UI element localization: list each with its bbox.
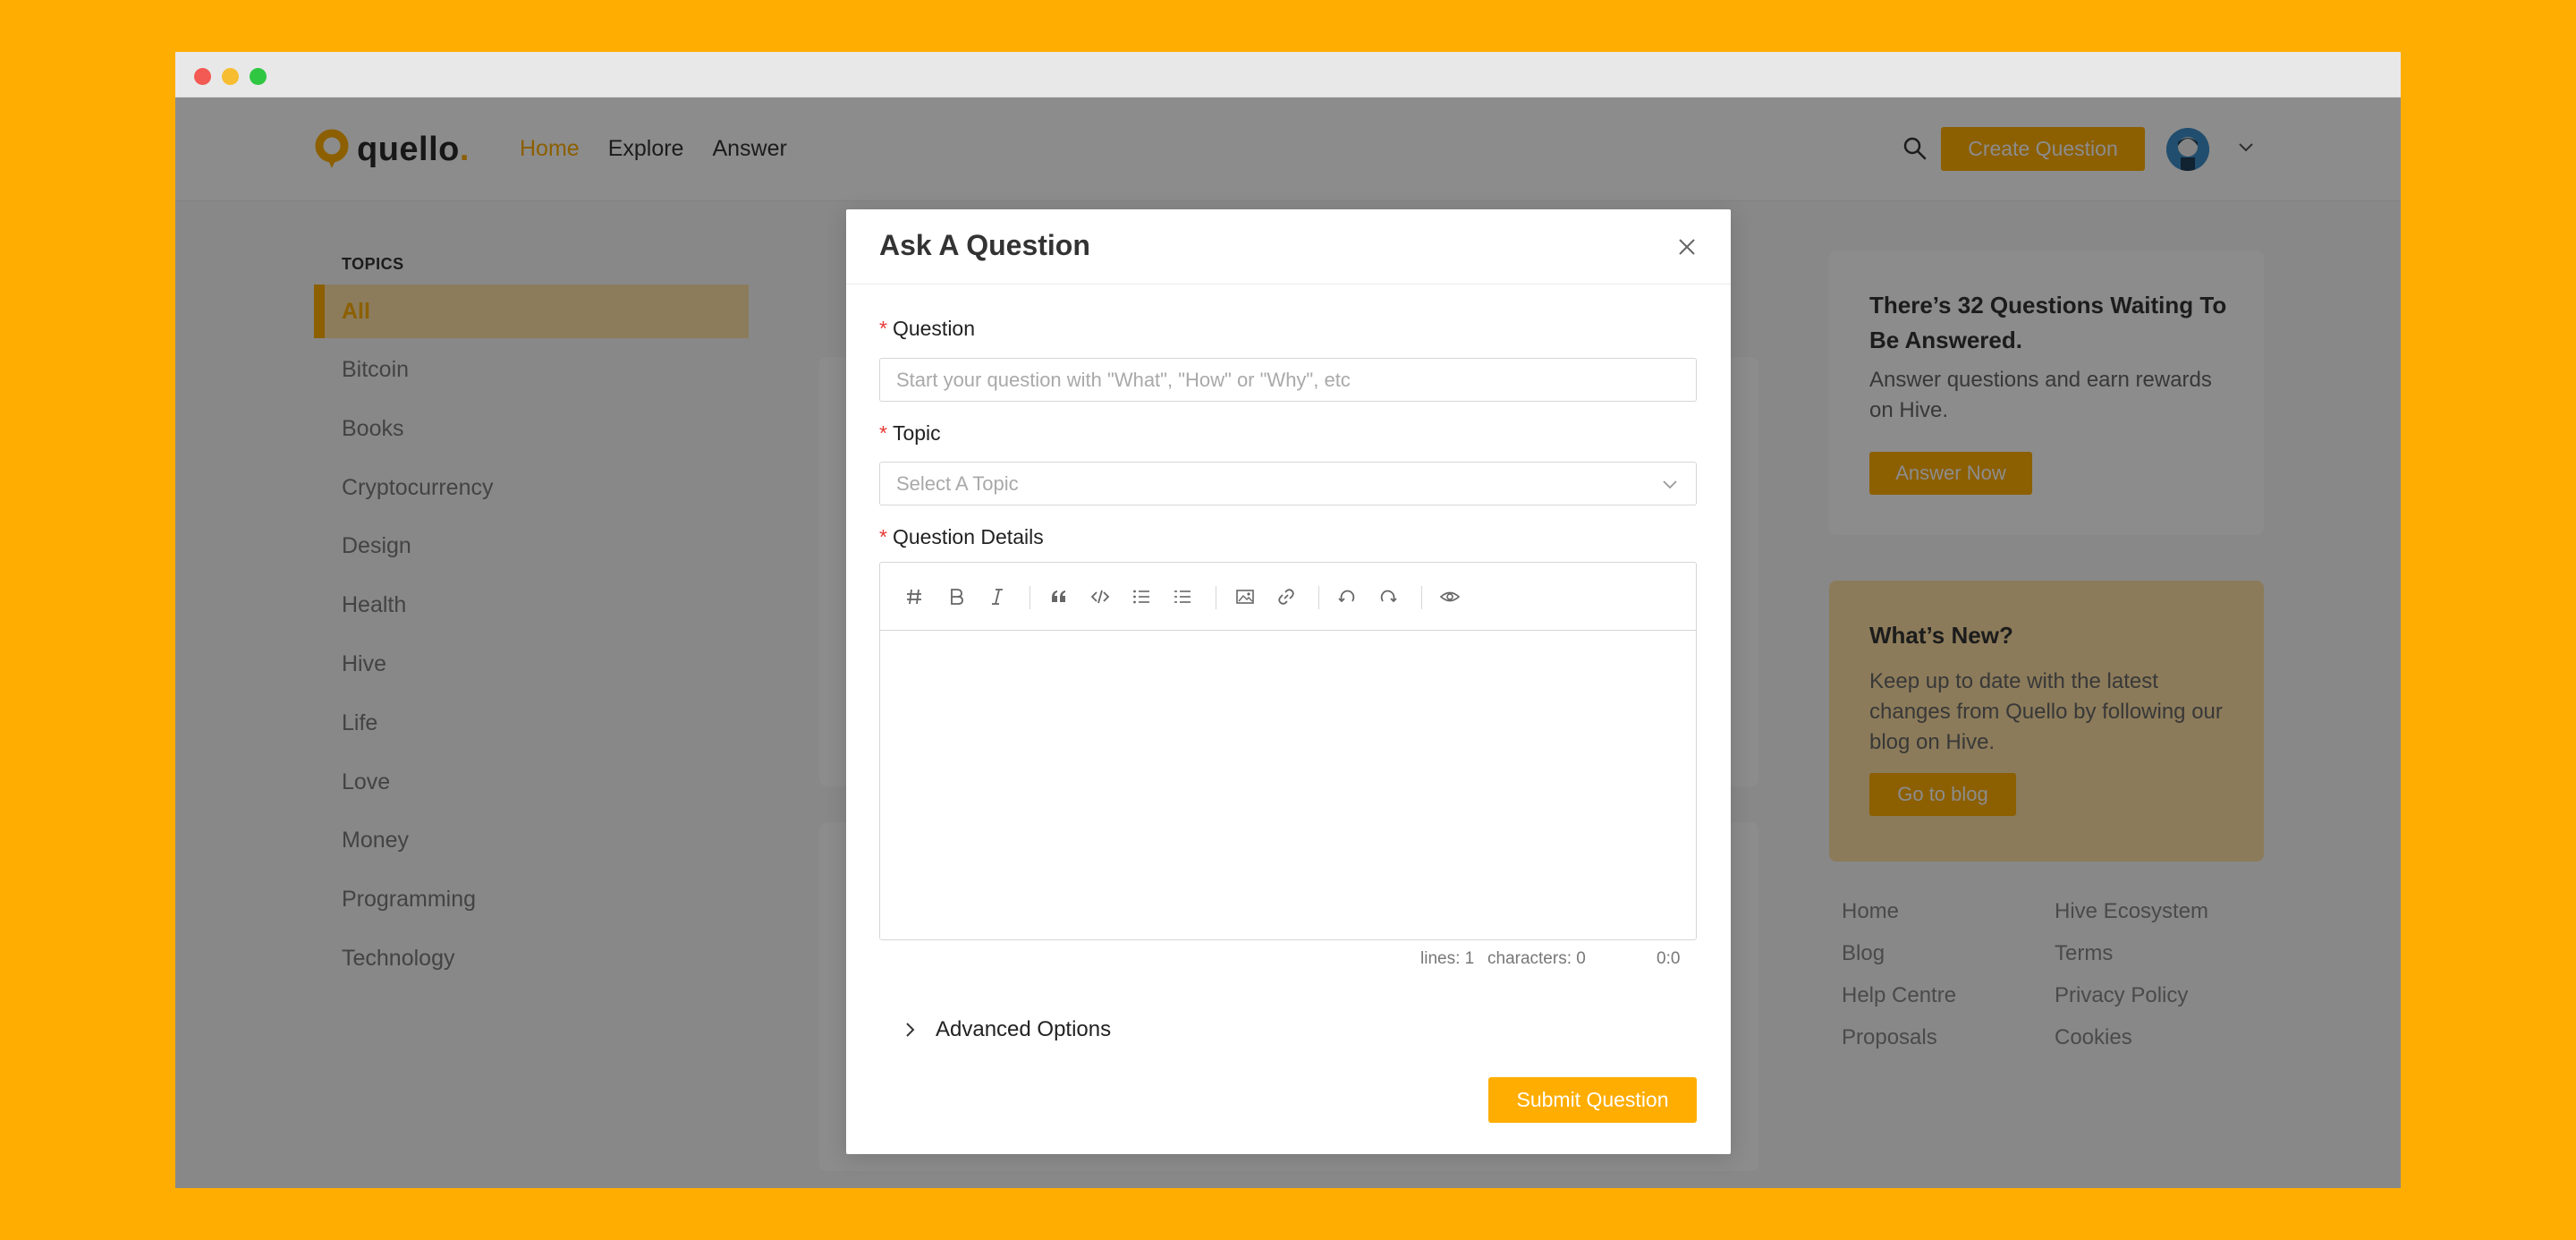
browser-window: quello . Home Explore Answer Create Ques… bbox=[175, 52, 2401, 1188]
status-lines: lines: 1 bbox=[1420, 949, 1475, 968]
status-characters: characters: 0 bbox=[1487, 949, 1586, 968]
window-titlebar bbox=[175, 52, 2401, 98]
bold-icon[interactable] bbox=[944, 584, 969, 609]
details-label-text: Question Details bbox=[892, 525, 1044, 548]
image-icon[interactable] bbox=[1233, 584, 1258, 609]
close-icon[interactable] bbox=[1674, 234, 1699, 259]
question-label-text: Question bbox=[892, 317, 976, 340]
redo-icon[interactable] bbox=[1376, 584, 1401, 609]
advanced-options-label: Advanced Options bbox=[936, 1017, 1112, 1041]
question-input[interactable] bbox=[879, 358, 1697, 402]
topic-select[interactable]: Select A Topic bbox=[879, 462, 1697, 505]
topic-label: * Topic bbox=[879, 421, 941, 446]
modal-header: Ask A Question bbox=[846, 209, 1731, 285]
question-label: * Question bbox=[879, 317, 975, 341]
app: quello . Home Explore Answer Create Ques… bbox=[175, 98, 2401, 1188]
submit-question-button[interactable]: Submit Question bbox=[1488, 1077, 1697, 1123]
topic-label-text: Topic bbox=[892, 421, 941, 445]
editor-textarea[interactable] bbox=[880, 631, 1696, 939]
ordered-list-icon[interactable] bbox=[1170, 584, 1195, 609]
preview-icon[interactable] bbox=[1437, 584, 1462, 609]
code-icon[interactable] bbox=[1088, 584, 1113, 609]
status-cursor-position: 0:0 bbox=[1657, 949, 1681, 968]
toolbar-separator bbox=[1318, 586, 1319, 609]
topic-select-placeholder: Select A Topic bbox=[896, 471, 1019, 495]
close-window-button[interactable] bbox=[194, 68, 211, 85]
modal-title: Ask A Question bbox=[879, 229, 1090, 261]
unordered-list-icon[interactable] bbox=[1129, 584, 1154, 609]
minimize-window-button[interactable] bbox=[222, 68, 239, 85]
ask-question-modal: Ask A Question *Question *Topic Select A… bbox=[846, 209, 1731, 1154]
editor-toolbar bbox=[880, 563, 1696, 631]
chevron-down-icon bbox=[1663, 480, 1677, 489]
undo-icon[interactable] bbox=[1335, 584, 1360, 609]
italic-icon[interactable] bbox=[985, 584, 1010, 609]
markdown-editor bbox=[879, 562, 1697, 940]
required-marker: * bbox=[879, 421, 887, 445]
advanced-options-toggle[interactable]: Advanced Options bbox=[900, 1017, 1111, 1042]
details-label: * Question Details bbox=[879, 525, 1044, 549]
maximize-window-button[interactable] bbox=[250, 68, 267, 85]
required-marker: * bbox=[879, 525, 887, 548]
heading-icon[interactable] bbox=[902, 584, 927, 609]
quote-icon[interactable] bbox=[1046, 584, 1072, 609]
chevron-right-icon bbox=[906, 1023, 915, 1037]
link-icon[interactable] bbox=[1274, 584, 1299, 609]
toolbar-separator bbox=[1421, 586, 1422, 609]
required-marker: * bbox=[879, 317, 887, 340]
